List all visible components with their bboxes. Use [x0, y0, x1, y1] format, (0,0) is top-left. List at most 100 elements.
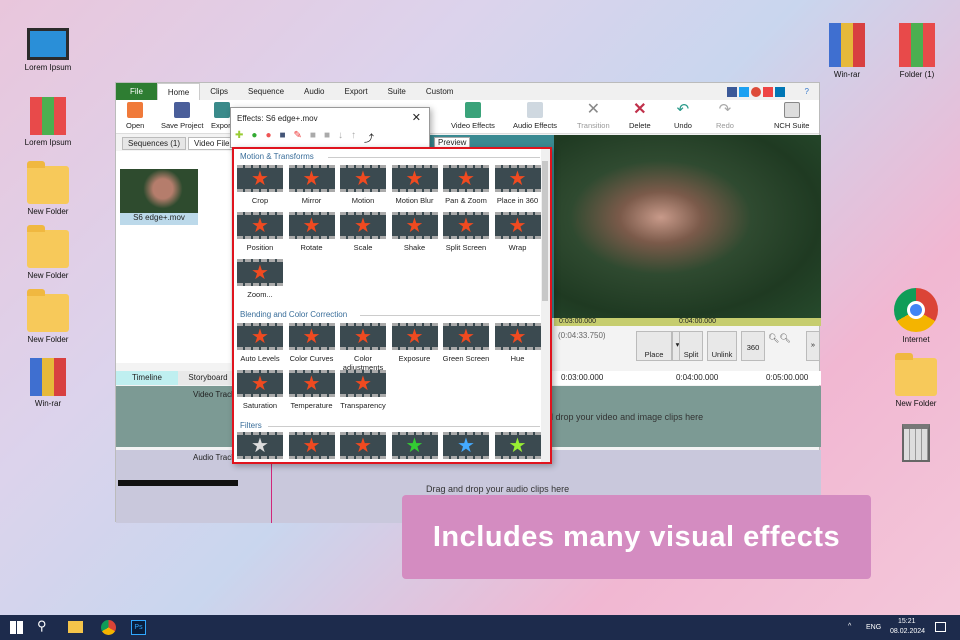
tab-audio[interactable]: Audio [294, 87, 334, 96]
help-icon[interactable]: ? [795, 87, 819, 96]
effect-item[interactable]: ★ Green Screen [442, 323, 490, 363]
add-effect-icon[interactable]: ● [251, 130, 257, 145]
tab-file[interactable]: File [116, 83, 157, 100]
effect-item[interactable]: ★ Pan & Zoom [442, 165, 490, 205]
desktop-icon-folder[interactable]: New Folder [13, 289, 83, 344]
effect-item[interactable]: ★ Zoom... [236, 259, 284, 299]
move-down-icon[interactable]: ↓ [338, 130, 343, 145]
effect-item[interactable]: ★ [442, 432, 490, 462]
tab-home[interactable]: Home [156, 83, 201, 100]
effect-item[interactable]: ★ Saturation [236, 370, 284, 410]
recycle-bin-icon[interactable] [902, 424, 930, 462]
start-icon[interactable] [10, 621, 23, 634]
effect-item[interactable]: ★ Wrap [494, 212, 542, 252]
desktop-icon-binders[interactable]: Lorem Ipsum [13, 97, 83, 147]
tab-clips[interactable]: Clips [200, 87, 238, 96]
icon-label: New Folder [27, 207, 69, 216]
desktop-icon-binders[interactable]: Folder (1) [882, 23, 952, 79]
tab-sequence[interactable]: Sequence [238, 87, 294, 96]
desktop-icon-winrar[interactable]: Win-rar [812, 23, 882, 79]
move-up-icon[interactable]: ↑ [351, 130, 356, 145]
scrollbar[interactable] [541, 149, 550, 462]
effect-item[interactable]: ★ Split Screen [442, 212, 490, 252]
effect-item[interactable]: ★ Hue [494, 323, 542, 363]
preset-icon[interactable]: ⤴ [364, 130, 374, 145]
paste-icon[interactable]: ■ [324, 130, 330, 145]
undo-button[interactable]: ↶ Undo [674, 102, 692, 131]
360-button[interactable]: 360 [741, 331, 765, 361]
button-label: Unlink [711, 350, 733, 359]
taskbar: ⚲ Ps ^ ENG 15:21 08.02.2024 [0, 615, 960, 640]
effect-item[interactable]: ★ Temperature [288, 370, 336, 410]
desktop-icon-folder[interactable]: New Folder [13, 161, 83, 216]
effect-item[interactable]: ★ Transparency [339, 370, 387, 410]
redo-button[interactable]: ↷ Redo [716, 102, 734, 131]
effect-item[interactable]: ★ Auto Levels [236, 323, 284, 363]
desktop-icon-winrar[interactable]: Win-rar [13, 358, 83, 408]
split-button[interactable]: Split [679, 331, 703, 361]
effect-thumbnail-icon: ★ [391, 165, 438, 192]
button-label: 360 [746, 343, 760, 352]
effect-item[interactable]: ★ Color Curves [288, 323, 336, 363]
tab-export[interactable]: Export [335, 87, 378, 96]
delete-button[interactable]: ✕ Delete [629, 102, 651, 131]
photoshop-icon[interactable]: Ps [131, 620, 146, 635]
effect-item[interactable]: ★ [339, 432, 387, 462]
zoom-controls[interactable]: 🔍︎🔍︎ [768, 333, 791, 344]
chrome-icon [894, 288, 938, 332]
save-icon[interactable]: ■ [279, 130, 285, 145]
tab-storyboard[interactable]: Storyboard [180, 371, 236, 385]
close-icon[interactable]: ✕ [412, 111, 421, 124]
save-project-button[interactable]: Save Project [161, 102, 204, 130]
nch-suite-button[interactable]: NCH Suite [774, 102, 809, 130]
desktop-icon-chrome[interactable]: Internet [881, 288, 951, 344]
effect-thumbnail-icon: ★ [237, 165, 283, 192]
effect-thumbnail-icon: ★ [340, 165, 386, 192]
unlink-button[interactable]: Unlink [707, 331, 737, 361]
remove-effect-icon[interactable]: ● [265, 130, 271, 145]
open-button[interactable]: Open [126, 102, 144, 130]
effect-item[interactable]: ★ Scale [339, 212, 387, 252]
binders-icon [899, 23, 935, 67]
tray-chevron-icon[interactable]: ^ [848, 623, 851, 630]
chrome-taskbar-icon[interactable] [101, 620, 116, 635]
edit-icon[interactable]: ✎ [294, 130, 302, 145]
tab-timeline[interactable]: Timeline [116, 371, 178, 385]
icon-label: Folder (1) [899, 70, 935, 79]
desktop-icon-folder[interactable]: New Folder [881, 353, 951, 408]
effect-item[interactable]: ★ Mirror [288, 165, 336, 205]
tab-suite[interactable]: Suite [378, 87, 416, 96]
winrar-icon [30, 358, 66, 396]
place-button[interactable]: Place [636, 331, 672, 361]
effect-item[interactable]: ★ [236, 432, 284, 462]
add-icon[interactable]: ✚ [235, 130, 243, 145]
effect-item[interactable]: ★ Exposure [391, 323, 439, 363]
effect-item[interactable]: ★ Place in 360 [494, 165, 542, 205]
effect-thumbnail-icon: ★ [391, 323, 438, 350]
effect-item[interactable]: ★ [391, 432, 439, 462]
effect-item[interactable]: ★ Crop [236, 165, 284, 205]
language-indicator[interactable]: ENG [866, 624, 881, 631]
clip-thumbnail[interactable]: S6 edge+.mov [120, 169, 198, 225]
effect-item[interactable]: ★ Rotate [288, 212, 336, 252]
desktop-icon-computer[interactable]: Lorem Ipsum [13, 28, 83, 72]
effect-item[interactable]: ★ Motion Blur [391, 165, 439, 205]
search-icon[interactable]: ⚲ [37, 618, 47, 634]
desktop-icon-folder[interactable]: New Folder [13, 225, 83, 280]
transition-button[interactable]: ✕ Transition [577, 102, 610, 131]
effect-item[interactable]: ★ Color adjustments [339, 323, 387, 372]
more-button[interactable]: » [806, 331, 820, 361]
clock-time[interactable]: 15:21 [898, 618, 916, 625]
effect-item[interactable]: ★ [288, 432, 336, 462]
effect-item[interactable]: ★ [494, 432, 542, 462]
tab-custom[interactable]: Custom [416, 87, 464, 96]
tab-sequences[interactable]: Sequences (1) [122, 137, 187, 150]
effect-item[interactable]: ★ Motion [339, 165, 387, 205]
effect-item[interactable]: ★ Position [236, 212, 284, 252]
clock-date[interactable]: 08.02.2024 [890, 628, 925, 635]
duration-label: (0:04:33.750) [558, 331, 606, 340]
notifications-icon[interactable] [935, 622, 946, 632]
copy-icon[interactable]: ■ [310, 130, 316, 145]
effect-item[interactable]: ★ Shake [391, 212, 439, 252]
file-explorer-icon[interactable] [68, 621, 83, 633]
